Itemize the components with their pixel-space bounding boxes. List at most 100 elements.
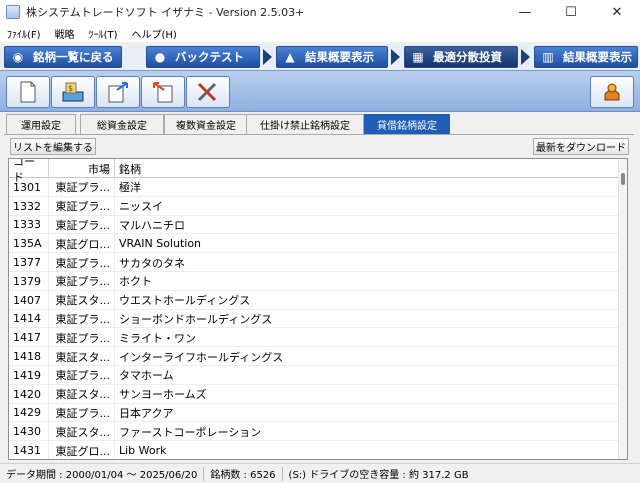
navigation-bar: ◉ 銘柄一覧に戻る ● バックテスト ▲ 結果概要表示 ▦ 最適分散投資 ▥ 結… bbox=[0, 44, 640, 70]
tools-button[interactable] bbox=[186, 76, 230, 108]
cell-market: 東証スタ... bbox=[49, 290, 115, 310]
vertical-scrollbar[interactable] bbox=[618, 159, 627, 459]
table-row[interactable]: 1418 東証スタ... インターライフホールディングス bbox=[9, 347, 619, 366]
table-row[interactable]: 1419 東証プラ... タマホーム bbox=[9, 365, 619, 385]
menu-file[interactable]: ﾌｧｲﾙ(F) bbox=[0, 26, 48, 41]
cell-stock-name: 日本アクア bbox=[119, 406, 174, 420]
arrow-right-icon bbox=[391, 49, 400, 65]
backtest-label: バックテスト bbox=[175, 50, 244, 64]
title-bar: 株システムトレードソフト イザナミ - Version 2.5.03+ — ☐ … bbox=[0, 0, 640, 24]
cell-code: 1419 bbox=[9, 365, 49, 385]
cell-stock-name: ファーストコーポレーション bbox=[119, 425, 262, 439]
cell-code: 1417 bbox=[9, 328, 49, 348]
cell-code: 1407 bbox=[9, 290, 49, 310]
cell-market: 東証プラ... bbox=[49, 328, 115, 348]
menu-bar: ﾌｧｲﾙ(F) 戦略 ﾂｰﾙ(T) ヘルプ(H) bbox=[0, 24, 640, 42]
table-row[interactable]: 1420 東証スタ... サンヨーホームズ bbox=[9, 384, 619, 404]
maximize-button[interactable]: ☐ bbox=[548, 0, 594, 24]
edit-list-button[interactable]: リストを編集する bbox=[10, 138, 96, 155]
scrollbar-thumb[interactable] bbox=[621, 173, 625, 185]
table-row[interactable]: 1333 東証プラ... マルハニチロ bbox=[9, 215, 619, 235]
cell-stock-name: タマホーム bbox=[119, 369, 174, 383]
table-row[interactable]: 1407 東証スタ... ウエストホールディングス bbox=[9, 290, 619, 310]
cell-code: 1379 bbox=[9, 271, 49, 291]
new-document-button[interactable] bbox=[6, 76, 50, 108]
cell-code: 1431 bbox=[9, 441, 49, 459]
column-market[interactable]: 市場 bbox=[49, 159, 115, 178]
exit-icon bbox=[604, 83, 620, 101]
column-stock-name[interactable]: 銘柄 bbox=[115, 159, 619, 178]
tab-total-funds[interactable]: 総資金設定 bbox=[80, 114, 164, 134]
cell-stock-name: ニッスイ bbox=[119, 200, 163, 214]
table-row[interactable]: 1379 東証プラ... ホクト bbox=[9, 271, 619, 291]
arrow-right-icon bbox=[263, 49, 272, 65]
table-row[interactable]: 1377 東証プラ... サカタのタネ bbox=[9, 253, 619, 272]
cell-market: 東証グロ... bbox=[49, 234, 115, 254]
cell-stock-name: ミライト・ワン bbox=[119, 331, 196, 345]
column-code[interactable]: コード bbox=[9, 159, 49, 184]
backtest-button[interactable]: ● バックテスト bbox=[146, 46, 260, 68]
window-controls: — ☐ ✕ bbox=[502, 0, 640, 24]
minimize-button[interactable]: — bbox=[502, 0, 548, 24]
table-header: コード 市場 銘柄 bbox=[9, 159, 619, 184]
download-latest-button[interactable]: 最新をダウンロード bbox=[533, 138, 629, 155]
table-row[interactable]: 1431 東証グロ... Lib Work bbox=[9, 441, 619, 459]
summary-label-2: 結果概要表示 bbox=[563, 50, 632, 64]
cell-market: 東証グロ... bbox=[49, 441, 115, 459]
svg-text:$: $ bbox=[68, 84, 73, 93]
import-button[interactable] bbox=[141, 76, 185, 108]
menu-strategy[interactable]: 戦略 bbox=[48, 26, 82, 41]
tab-operation-settings[interactable]: 運用設定 bbox=[6, 114, 76, 134]
table-row[interactable]: 1429 東証プラ... 日本アクア bbox=[9, 403, 619, 423]
back-to-list-button[interactable]: ◉ 銘柄一覧に戻る bbox=[4, 46, 122, 68]
cell-code: 1377 bbox=[9, 253, 49, 272]
chart-icon: ▥ bbox=[542, 50, 554, 64]
optimal-investment-label: 最適分散投資 bbox=[433, 50, 502, 64]
money-bag-icon: ● bbox=[154, 50, 166, 64]
exit-button[interactable] bbox=[590, 76, 634, 108]
tab-divider bbox=[4, 134, 634, 135]
open-settings-button[interactable]: $ bbox=[51, 76, 95, 108]
cell-market: 東証プラ... bbox=[49, 196, 115, 216]
table-row[interactable]: 1430 東証スタ... ファーストコーポレーション bbox=[9, 422, 619, 442]
cell-stock-name: ショーボンドホールディングス bbox=[119, 312, 273, 326]
cell-stock-name: サンヨーホームズ bbox=[119, 388, 207, 402]
table-row[interactable]: 135A 東証グロ... VRAIN Solution bbox=[9, 234, 619, 254]
status-bar: データ期間 : 2000/01/04 ～ 2025/06/20 銘柄数 : 65… bbox=[0, 463, 640, 483]
cell-code: 1333 bbox=[9, 215, 49, 235]
summary-button-2[interactable]: ▥ 結果概要表示 bbox=[534, 46, 638, 68]
eye-icon: ◉ bbox=[12, 50, 24, 64]
calculator-icon: ▦ bbox=[412, 50, 424, 64]
money-settings-icon: $ bbox=[62, 82, 84, 102]
table-row[interactable]: 1301 東証プラ... 極洋 bbox=[9, 178, 619, 197]
menu-help[interactable]: ヘルプ(H) bbox=[124, 26, 183, 41]
export-button[interactable] bbox=[96, 76, 140, 108]
cell-stock-name: 極洋 bbox=[119, 181, 141, 195]
table-row[interactable]: 1417 東証プラ... ミライト・ワン bbox=[9, 328, 619, 348]
table-row[interactable]: 1414 東証プラ... ショーボンドホールディングス bbox=[9, 309, 619, 329]
close-button[interactable]: ✕ bbox=[594, 0, 640, 24]
tab-entry-prohibited[interactable]: 仕掛け禁止銘柄設定 bbox=[246, 114, 364, 134]
cell-market: 東証プラ... bbox=[49, 178, 115, 197]
table-row[interactable]: 1332 東証プラ... ニッスイ bbox=[9, 196, 619, 216]
cell-market: 東証スタ... bbox=[49, 384, 115, 404]
cell-code: 1301 bbox=[9, 178, 49, 197]
cell-market: 東証スタ... bbox=[49, 347, 115, 366]
stock-table: コード 市場 銘柄 1301 東証プラ... 極洋 1332 東証プラ... ニッスイ 13… bbox=[8, 158, 628, 460]
cell-code: 135A bbox=[9, 234, 49, 254]
summary-button-1[interactable]: ▲ 結果概要表示 bbox=[276, 46, 388, 68]
back-to-list-label: 銘柄一覧に戻る bbox=[33, 50, 114, 64]
app-icon bbox=[6, 5, 20, 19]
window-title: 株システムトレードソフト イザナミ - Version 2.5.03+ bbox=[26, 6, 305, 19]
tab-multiple-funds[interactable]: 複数資金設定 bbox=[164, 114, 248, 134]
tools-icon bbox=[197, 82, 217, 102]
data-period: データ期間 : 2000/01/04 ～ 2025/06/20 bbox=[0, 466, 205, 481]
disk-free-space: (S:) ドライブの空き容量 : 約 317.2 GB bbox=[288, 470, 469, 481]
toolbar: $ bbox=[0, 70, 640, 112]
optimal-investment-button[interactable]: ▦ 最適分散投資 bbox=[404, 46, 518, 68]
cell-stock-name: Lib Work bbox=[119, 444, 167, 458]
menu-tools[interactable]: ﾂｰﾙ(T) bbox=[82, 26, 125, 41]
cell-market: 東証プラ... bbox=[49, 403, 115, 423]
cell-code: 1414 bbox=[9, 309, 49, 329]
tab-lending-stocks[interactable]: 貸借銘柄設定 bbox=[364, 114, 450, 134]
